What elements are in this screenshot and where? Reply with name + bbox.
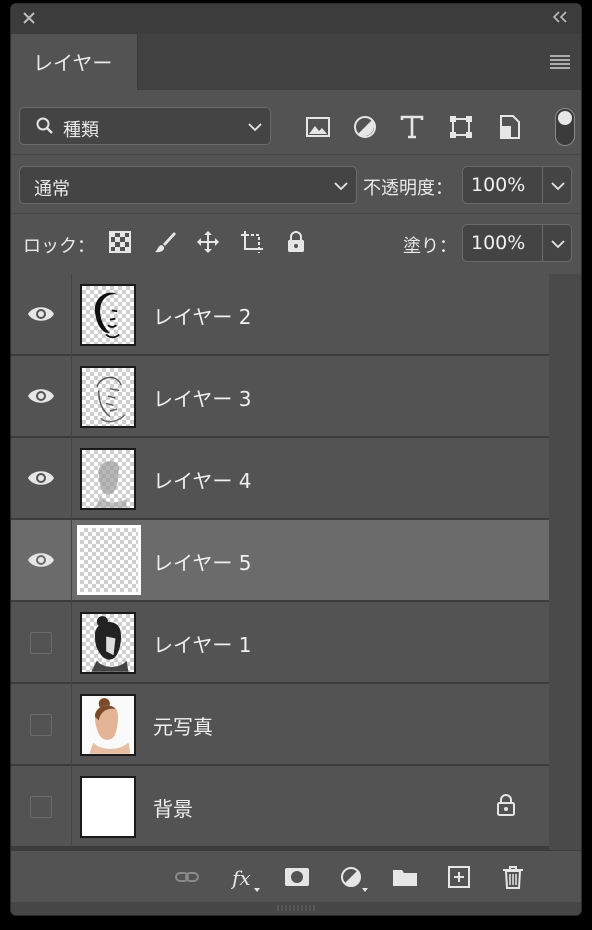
- adjustment-filter-icon[interactable]: [352, 114, 378, 140]
- eye-icon[interactable]: [27, 305, 55, 323]
- chevron-down-icon[interactable]: [551, 181, 565, 191]
- layer-thumbnail: [80, 776, 136, 838]
- shape-filter-icon[interactable]: [448, 114, 474, 140]
- layer-row[interactable]: レイヤー 4: [11, 438, 549, 519]
- lock-artboard-icon[interactable]: [240, 230, 264, 254]
- filter-toggle-knob: [558, 111, 572, 125]
- layers-list: レイヤー 2 レイヤー 3 レイヤー 4 レイヤー 5 レイヤー 1 元写真 背…: [11, 274, 549, 850]
- eye-icon[interactable]: [27, 387, 55, 405]
- visibility-box[interactable]: [30, 796, 52, 818]
- filter-toggle[interactable]: [555, 108, 575, 146]
- lock-icon: [497, 794, 515, 816]
- fill-value: 100%: [471, 232, 526, 254]
- field-divider: [542, 167, 543, 203]
- filter-kind-select[interactable]: 種類: [19, 107, 271, 145]
- layer-name[interactable]: レイヤー 1: [153, 629, 251, 658]
- link-layers-icon[interactable]: [174, 865, 200, 889]
- layer-name[interactable]: 背景: [153, 793, 193, 822]
- image-filter-icon[interactable]: [305, 114, 331, 140]
- visibility-toggle[interactable]: [11, 684, 72, 765]
- panel-title-bar: [11, 4, 581, 34]
- layer-name[interactable]: レイヤー 4: [153, 465, 251, 494]
- type-filter-icon[interactable]: [399, 114, 425, 140]
- layer-thumbnail: [80, 694, 136, 756]
- divider: [11, 213, 581, 214]
- chevron-down-icon: [248, 123, 262, 132]
- visibility-box[interactable]: [30, 632, 52, 654]
- new-layer-icon[interactable]: [446, 865, 472, 889]
- visibility-toggle[interactable]: [11, 274, 72, 355]
- blend-mode-select[interactable]: 通常: [19, 166, 357, 204]
- field-divider: [542, 225, 543, 261]
- layer-thumbnail: [77, 525, 141, 595]
- resize-bar[interactable]: [11, 902, 581, 915]
- opacity-label: 不透明度：: [363, 178, 453, 199]
- bottom-toolbar: fx: [11, 850, 581, 902]
- fill-label: 塗り：: [403, 236, 457, 257]
- scrollbar[interactable]: [549, 274, 581, 850]
- visibility-toggle[interactable]: [11, 520, 72, 601]
- layer-row[interactable]: レイヤー 2: [11, 274, 549, 355]
- layer-thumbnail: [80, 612, 136, 674]
- fill-field[interactable]: 100%: [462, 224, 572, 262]
- lock-all-icon[interactable]: [284, 230, 308, 254]
- layer-row[interactable]: 背景: [11, 766, 549, 847]
- adjustment-layer-icon[interactable]: [339, 865, 369, 893]
- layer-row[interactable]: レイヤー 3: [11, 356, 549, 437]
- opacity-field[interactable]: 100%: [462, 166, 572, 204]
- visibility-toggle[interactable]: [11, 766, 72, 847]
- tab-row: レイヤー: [11, 34, 581, 90]
- layer-name[interactable]: レイヤー 5: [153, 547, 251, 576]
- lock-transparent-icon[interactable]: [108, 230, 132, 254]
- collapse-panel-icon[interactable]: [551, 10, 569, 24]
- chevron-down-icon[interactable]: [551, 239, 565, 249]
- layer-thumbnail: [80, 284, 136, 346]
- lock-move-icon[interactable]: [196, 230, 220, 254]
- lock-label: ロック：: [23, 236, 95, 257]
- smart-object-filter-icon[interactable]: [497, 114, 523, 140]
- divider: [11, 154, 581, 155]
- layer-thumbnail: [80, 366, 136, 428]
- visibility-toggle[interactable]: [11, 356, 72, 437]
- visibility-toggle[interactable]: [11, 438, 72, 519]
- layer-thumbnail: [80, 448, 136, 510]
- tab-layers[interactable]: レイヤー: [11, 34, 138, 90]
- search-icon: [36, 117, 53, 134]
- layer-name[interactable]: レイヤー 2: [153, 301, 251, 330]
- layer-name[interactable]: レイヤー 3: [153, 383, 251, 412]
- filter-kind-label: 種類: [63, 120, 99, 141]
- layers-panel: レイヤー 種類 通常 不透明度： 100% ロック： 塗り： 100% レイヤー…: [10, 3, 582, 916]
- panel-menu-icon[interactable]: [549, 54, 571, 70]
- layer-name[interactable]: 元写真: [153, 711, 213, 740]
- resize-grip-icon[interactable]: [276, 904, 316, 912]
- layer-row[interactable]: 元写真: [11, 684, 549, 765]
- trash-icon[interactable]: [500, 865, 526, 889]
- eye-icon[interactable]: [27, 551, 55, 569]
- close-icon[interactable]: [21, 10, 37, 26]
- svg-text:fx: fx: [231, 866, 251, 890]
- fx-icon[interactable]: fx: [231, 865, 261, 893]
- lock-paint-icon[interactable]: [153, 230, 177, 254]
- group-folder-icon[interactable]: [392, 865, 418, 889]
- layer-row[interactable]: レイヤー 1: [11, 602, 549, 683]
- layer-row-selected[interactable]: レイヤー 5: [11, 520, 549, 601]
- opacity-value: 100%: [471, 174, 526, 196]
- visibility-box[interactable]: [30, 714, 52, 736]
- layer-mask-icon[interactable]: [284, 865, 310, 889]
- tab-layers-label: レイヤー: [33, 51, 113, 75]
- eye-icon[interactable]: [27, 469, 55, 487]
- chevron-down-icon: [334, 182, 348, 191]
- blend-mode-value: 通常: [34, 179, 70, 200]
- visibility-toggle[interactable]: [11, 602, 72, 683]
